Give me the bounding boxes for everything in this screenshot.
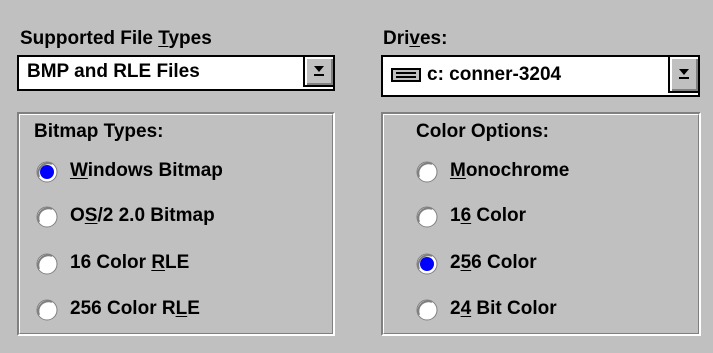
radio-button-icon <box>36 206 58 228</box>
radio-windows-bitmap[interactable]: Windows Bitmap <box>36 159 326 187</box>
bitmap-types-title: Bitmap Types: <box>34 121 164 142</box>
radio-button-icon <box>416 206 438 228</box>
color-options-group: Color Options: Monochrome 16 Color 256 C… <box>381 112 701 336</box>
bitmap-types-group: Bitmap Types: Windows Bitmap OS/2 2.0 Bi… <box>17 112 335 336</box>
drives-selected: c: conner-3204 <box>427 64 562 85</box>
radio-16-color-rle[interactable]: 16 Color RLE <box>36 251 326 279</box>
radio-16-color[interactable]: 16 Color <box>416 204 696 232</box>
file-types-label: Supported File Types <box>20 28 212 49</box>
radio-button-icon <box>416 161 438 183</box>
radio-256-color-rle[interactable]: 256 Color RLE <box>36 297 326 325</box>
drives-label: Drives: <box>383 28 448 49</box>
drives-dropdown[interactable]: c: conner-3204 <box>381 55 700 97</box>
radio-button-icon <box>416 299 438 321</box>
radio-os2-bitmap[interactable]: OS/2 2.0 Bitmap <box>36 204 326 232</box>
file-types-dropdown[interactable]: BMP and RLE Files <box>17 55 335 91</box>
radio-256-color[interactable]: 256 Color <box>416 251 696 279</box>
radio-button-selected-icon <box>416 253 438 275</box>
color-options-title: Color Options: <box>416 121 549 142</box>
dropdown-arrow-icon <box>313 63 325 79</box>
radio-button-icon <box>36 299 58 321</box>
radio-monochrome[interactable]: Monochrome <box>416 159 696 187</box>
radio-24-bit-color[interactable]: 24 Bit Color <box>416 297 696 325</box>
drives-dropdown-button[interactable] <box>668 55 700 93</box>
radio-button-icon <box>36 253 58 275</box>
dropdown-arrow-icon <box>678 66 690 82</box>
file-types-dropdown-button[interactable] <box>303 55 335 87</box>
file-types-selected: BMP and RLE Files <box>27 61 200 82</box>
radio-button-selected-icon <box>36 161 58 183</box>
hard-drive-icon <box>391 66 421 82</box>
